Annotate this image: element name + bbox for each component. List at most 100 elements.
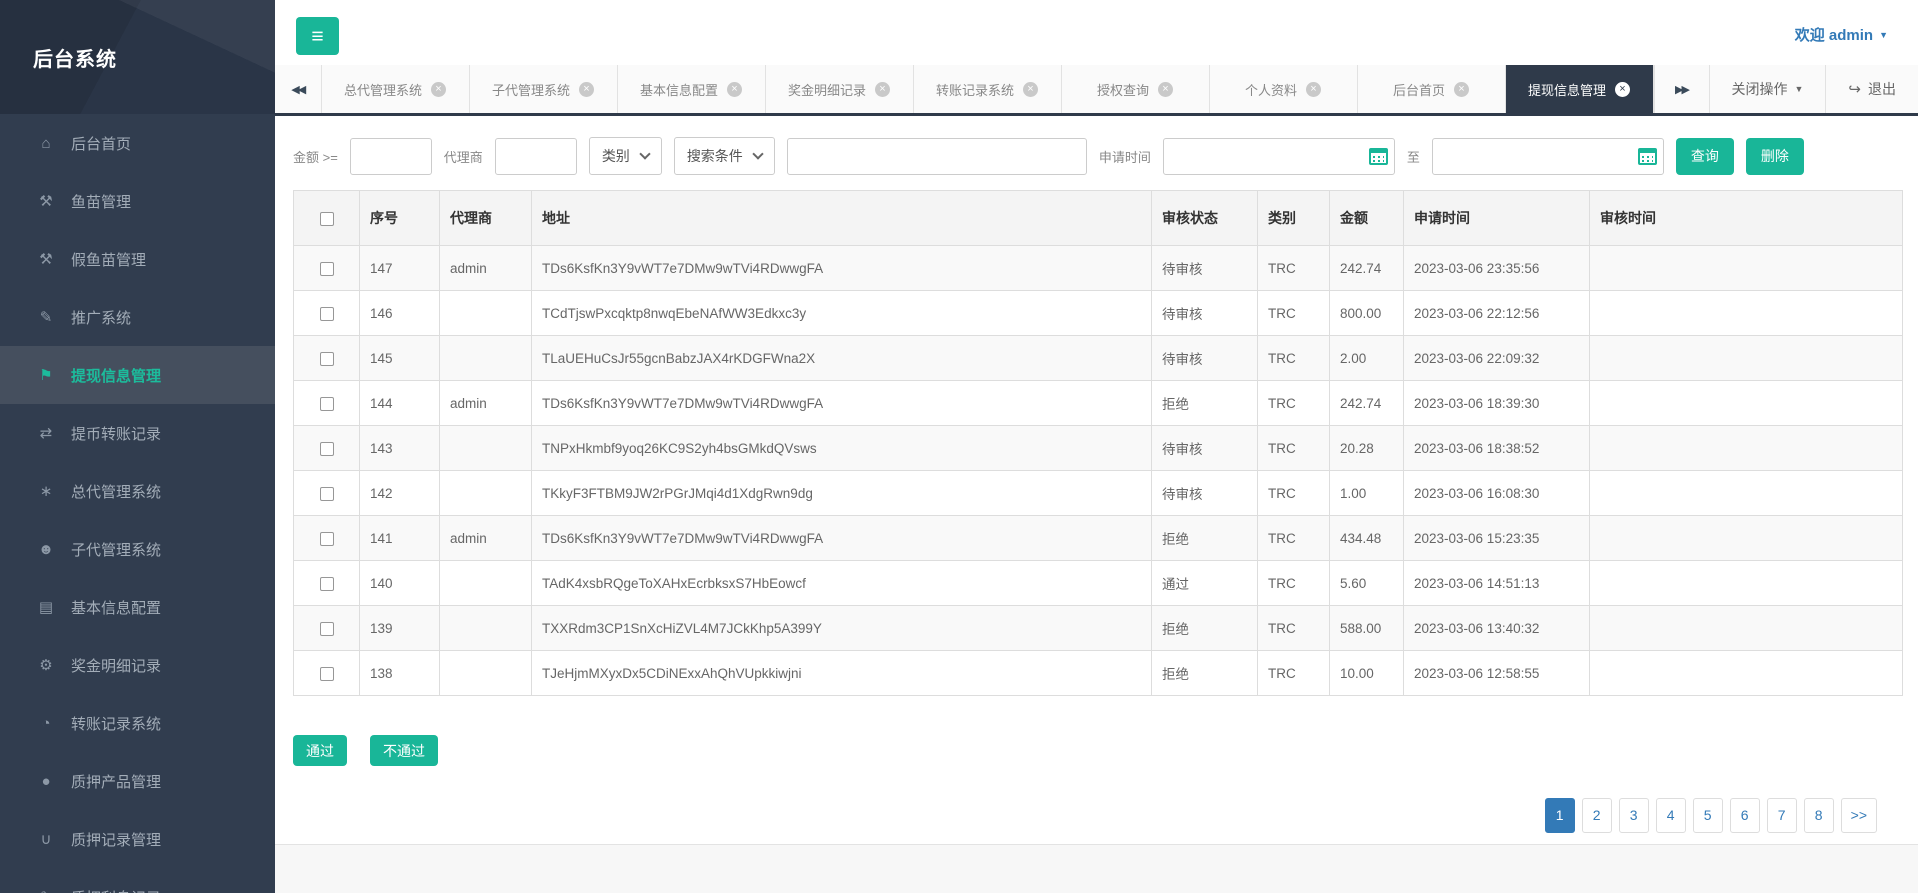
category-select[interactable]: 类别	[589, 137, 662, 175]
row-checkbox[interactable]	[320, 667, 334, 681]
cell-status: 拒绝	[1152, 606, 1258, 651]
page-button-6[interactable]: 6	[1730, 798, 1760, 833]
sidebar-item-label: 鱼苗管理	[71, 191, 131, 212]
row-checkbox[interactable]	[320, 487, 334, 501]
table-row: 139TXXRdm3CP1SnXcHiZVL4M7JCkKhp5A399Y拒绝T…	[294, 606, 1903, 651]
cell-address: TLaUEHuCsJr55gcnBabzJAX4rKDGFWna2X	[532, 336, 1152, 381]
sidebar-item-withdraw-info[interactable]: ⚑提现信息管理	[0, 346, 275, 404]
cell-status: 待审核	[1152, 336, 1258, 381]
tabs-scroll-left-button[interactable]: ◀◀	[275, 65, 322, 113]
page-button-3[interactable]: 3	[1619, 798, 1649, 833]
page-button-5[interactable]: 5	[1693, 798, 1723, 833]
sidebar-item-label: 子代管理系统	[71, 539, 161, 560]
amount-filter-input[interactable]	[350, 138, 432, 175]
tab-auth-query[interactable]: 授权查询×	[1062, 65, 1210, 113]
cell-review_time	[1590, 651, 1903, 696]
row-select-cell	[294, 561, 360, 606]
page-button-7[interactable]: 7	[1767, 798, 1797, 833]
next-page-button[interactable]: >>	[1841, 798, 1877, 833]
tab-bonus-detail-record[interactable]: 奖金明细记录×	[766, 65, 914, 113]
welcome-user-menu[interactable]: 欢迎 admin ▼	[1795, 24, 1888, 45]
footer-strip	[275, 845, 1918, 893]
sidebar-item-admin-home[interactable]: ⌂后台首页	[0, 114, 275, 172]
approve-button[interactable]: 通过	[293, 735, 347, 766]
cell-review_time	[1590, 561, 1903, 606]
row-checkbox[interactable]	[320, 262, 334, 276]
delete-button[interactable]: 删除	[1746, 138, 1804, 175]
cell-review_time	[1590, 606, 1903, 651]
cell-address: TDs6KsfKn3Y9vWT7e7DMw9wTVi4RDwwgFA	[532, 516, 1152, 561]
table-row: 140TAdK4xsbRQgeToXAHxEcrbksxS7HbEowcf通过T…	[294, 561, 1903, 606]
cell-seq: 143	[360, 426, 440, 471]
logout-button[interactable]: ↪ 退出	[1825, 65, 1918, 113]
close-icon[interactable]: ×	[727, 82, 742, 97]
menu-toggle-button[interactable]: ≡	[296, 17, 339, 55]
row-checkbox[interactable]	[320, 577, 334, 591]
cell-status: 拒绝	[1152, 381, 1258, 426]
page-button-1[interactable]: 1	[1545, 798, 1575, 833]
close-icon[interactable]: ×	[1454, 82, 1469, 97]
calendar-icon[interactable]	[1638, 148, 1657, 165]
sidebar-item-withdraw-transfer[interactable]: ⇄提币转账记录	[0, 404, 275, 462]
reject-button[interactable]: 不通过	[370, 735, 438, 766]
tab-label: 基本信息配置	[640, 80, 718, 99]
close-icon[interactable]: ×	[1023, 82, 1038, 97]
sidebar-item-fake-fry-manage[interactable]: ⚒假鱼苗管理	[0, 230, 275, 288]
sidebar-item-sub-agent[interactable]: ☻子代管理系统	[0, 520, 275, 578]
row-checkbox[interactable]	[320, 532, 334, 546]
cell-category: TRC	[1258, 246, 1330, 291]
close-icon[interactable]: ×	[875, 82, 890, 97]
sidebar-item-pledge-record[interactable]: ∪质押记录管理	[0, 810, 275, 868]
search-button[interactable]: 查询	[1676, 138, 1734, 175]
select-all-checkbox[interactable]	[320, 212, 334, 226]
tabs-scroll-right-button[interactable]: ▶▶	[1654, 65, 1709, 113]
select-all-header-cell	[294, 191, 360, 246]
close-icon[interactable]: ×	[1306, 82, 1321, 97]
page-button-4[interactable]: 4	[1656, 798, 1686, 833]
apply-time-start-input[interactable]	[1163, 138, 1395, 175]
table-body: 147adminTDs6KsfKn3Y9vWT7e7DMw9wTVi4RDwwg…	[294, 246, 1903, 696]
cell-address: TJeHjmMXyxDx5CDiNExxAhQhVUpkkiwjni	[532, 651, 1152, 696]
tab-sub-agent-system[interactable]: 子代管理系统×	[470, 65, 618, 113]
close-icon[interactable]: ×	[1615, 82, 1630, 97]
sidebar-item-basic-info[interactable]: ▤基本信息配置	[0, 578, 275, 636]
close-operations-dropdown[interactable]: 关闭操作 ▼	[1709, 65, 1826, 113]
row-checkbox[interactable]	[320, 397, 334, 411]
percent-icon: ✎	[34, 888, 58, 893]
sidebar-item-pledge-interest[interactable]: ✎质押利息记录	[0, 868, 275, 893]
sidebar-item-pledge-product[interactable]: ●质押产品管理	[0, 752, 275, 810]
sidebar-item-label: 质押产品管理	[71, 771, 161, 792]
cell-review_time	[1590, 336, 1903, 381]
page-button-8[interactable]: 8	[1804, 798, 1834, 833]
tab-profile[interactable]: 个人资料×	[1210, 65, 1358, 113]
tab-transfer-record-system[interactable]: 转账记录系统×	[914, 65, 1062, 113]
agent-filter-input[interactable]	[495, 138, 577, 175]
hamburger-icon: ≡	[311, 25, 323, 48]
tab-admin-home[interactable]: 后台首页×	[1358, 65, 1506, 113]
tab-basic-info-config[interactable]: 基本信息配置 ×	[618, 65, 766, 113]
search-condition-select[interactable]: 搜索条件	[674, 137, 775, 175]
row-checkbox[interactable]	[320, 352, 334, 366]
search-keyword-input[interactable]	[787, 138, 1087, 175]
calendar-icon[interactable]	[1369, 148, 1388, 165]
column-header: 金额	[1330, 191, 1404, 246]
cell-apply_time: 2023-03-06 23:35:56	[1404, 246, 1590, 291]
sidebar-item-general-agent[interactable]: ∗总代管理系统	[0, 462, 275, 520]
apply-time-end-input[interactable]	[1432, 138, 1664, 175]
sidebar-item-label: 奖金明细记录	[71, 655, 161, 676]
sidebar-item-transfer-record[interactable]: ◔转账记录系统	[0, 694, 275, 752]
close-icon[interactable]: ×	[579, 82, 594, 97]
app-logo: 后台系统	[0, 0, 275, 114]
sidebar-item-fry-manage[interactable]: ⚒鱼苗管理	[0, 172, 275, 230]
sidebar-item-bonus-detail[interactable]: ⚙奖金明细记录	[0, 636, 275, 694]
tab-general-agent-system[interactable]: 总代管理系统×	[322, 65, 470, 113]
row-checkbox[interactable]	[320, 622, 334, 636]
close-icon[interactable]: ×	[1158, 82, 1173, 97]
page-button-2[interactable]: 2	[1582, 798, 1612, 833]
row-checkbox[interactable]	[320, 442, 334, 456]
row-checkbox[interactable]	[320, 307, 334, 321]
close-icon[interactable]: ×	[431, 82, 446, 97]
sidebar-item-promotion-system[interactable]: ✎推广系统	[0, 288, 275, 346]
tab-withdraw-info-manage[interactable]: 提现信息管理×	[1506, 65, 1654, 113]
cell-address: TAdK4xsbRQgeToXAHxEcrbksxS7HbEowcf	[532, 561, 1152, 606]
